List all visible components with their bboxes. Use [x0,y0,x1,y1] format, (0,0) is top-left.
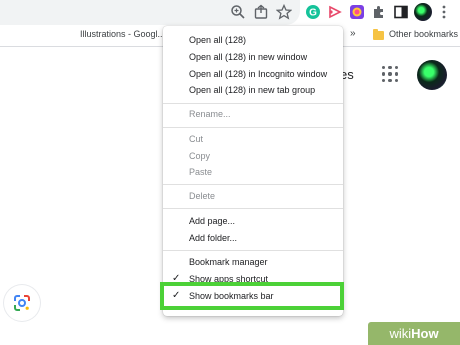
bookmark-context-menu: Open all (128) Open all (128) in new win… [163,26,343,316]
menu-item-cut[interactable]: Cut [163,131,343,147]
folder-icon [373,29,384,40]
menu-item-add-folder[interactable]: Add folder... [163,230,343,246]
zoom-icon[interactable] [230,4,246,20]
bookmarks-overflow-chevron[interactable]: » [350,28,356,39]
profile-avatar[interactable] [414,3,432,21]
google-apps-grid-icon[interactable] [382,66,398,82]
star-icon[interactable] [276,4,292,20]
menu-item-paste[interactable]: Paste [163,164,343,180]
other-bookmarks-folder[interactable]: Other bookmarks [389,29,458,39]
menu-item-delete[interactable]: Delete [163,188,343,204]
menu-item-copy[interactable]: Copy [163,148,343,164]
menu-separator [163,127,343,128]
menu-item-open-all-incognito[interactable]: Open all (128) in Incognito window [163,66,343,82]
menu-separator [163,250,343,251]
bookmark-item[interactable]: Illustrations - Googl... [80,29,165,39]
menu-item-rename[interactable]: Rename... [163,106,343,122]
menu-separator [163,184,343,185]
menu-item-open-all-tab-group[interactable]: Open all (128) in new tab group [163,82,343,98]
menu-item-open-all-new-window[interactable]: Open all (128) in new window [163,49,343,65]
page-account-avatar[interactable] [417,60,447,90]
wikihow-watermark: wikiHow [368,322,460,345]
menu-separator [163,208,343,209]
cast-extension-icon[interactable] [327,4,343,20]
svg-text:G: G [309,8,317,19]
menu-item-add-page[interactable]: Add page... [163,213,343,229]
google-lens-icon [14,295,30,311]
menu-item-show-bookmarks-bar[interactable]: ✓ Show bookmarks bar [160,282,344,310]
sidepanel-icon[interactable] [393,4,409,20]
grammarly-extension-icon[interactable]: G [305,4,321,20]
extensions-puzzle-icon[interactable] [371,4,387,20]
menu-item-bookmark-manager[interactable]: Bookmark manager [163,254,343,270]
color-extension-icon[interactable] [349,4,365,20]
google-lens-button[interactable] [4,285,40,321]
kebab-menu-icon[interactable] [436,4,452,20]
share-icon[interactable] [253,4,269,20]
menu-item-open-all[interactable]: Open all (128) [163,32,343,48]
menu-separator [163,103,343,104]
browser-toolbar: G [0,0,460,26]
checkmark-icon: ✓ [172,290,181,301]
